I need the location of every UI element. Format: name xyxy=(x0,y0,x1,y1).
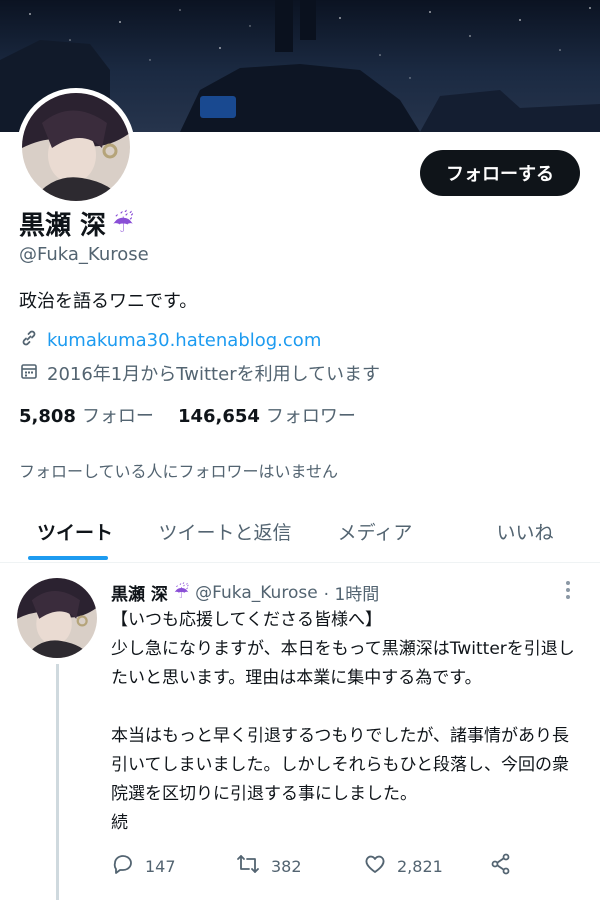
following-stat[interactable]: 5,808 フォロー xyxy=(19,402,154,428)
tweet-author-name[interactable]: 黒瀬 深 xyxy=(111,580,168,605)
followers-count: 146,654 xyxy=(177,406,260,427)
retweet-count: 382 xyxy=(271,856,302,876)
reply-button[interactable]: 147 xyxy=(111,852,235,880)
follow-button[interactable]: フォローする xyxy=(420,150,580,196)
profile-avatar[interactable] xyxy=(17,88,135,206)
tweet-text: 【いつも応援してくださる皆様へ】 少し急になりますが、本日をもって黒瀬深はTwi… xyxy=(111,610,575,833)
display-name-text: 黒瀬 深 xyxy=(19,211,107,241)
profile-display-name: 黒瀬 深 ☔ xyxy=(19,205,134,242)
following-label: フォロー xyxy=(81,406,154,427)
profile-website-link[interactable]: kumakuma30.hatenablog.com xyxy=(47,330,321,351)
tab-tweets[interactable]: ツイート xyxy=(0,500,150,562)
share-button[interactable] xyxy=(489,852,513,880)
following-count: 5,808 xyxy=(19,406,76,427)
heart-icon xyxy=(363,852,387,880)
joined-date-text: 2016年1月からTwitterを利用しています xyxy=(47,364,381,385)
profile-joined-row: 2016年1月からTwitterを利用しています xyxy=(19,360,380,386)
like-button[interactable]: 2,821 xyxy=(363,852,489,880)
tab-likes[interactable]: いいね xyxy=(450,500,600,562)
followers-label: フォロワー xyxy=(265,406,356,427)
tweet-author-handle[interactable]: @Fuka_Kurose xyxy=(195,583,318,603)
profile-tabs: ツイート ツイートと返信 メディア いいね xyxy=(0,500,600,563)
calendar-icon xyxy=(19,361,39,386)
followers-you-know-note: フォローしている人にフォロワーはいません xyxy=(19,462,339,481)
tab-tweets-and-replies[interactable]: ツイートと返信 xyxy=(150,500,300,562)
profile-stats: 5,808 フォロー 146,654 フォロワー xyxy=(19,402,356,428)
umbrella-emoji: ☔ xyxy=(112,209,134,238)
profile-link-row: kumakuma30.hatenablog.com xyxy=(19,328,321,353)
followers-stat[interactable]: 146,654 フォロワー xyxy=(178,402,356,428)
active-tab-indicator xyxy=(28,556,108,560)
profile-bio: 政治を語るワニです。 xyxy=(19,291,198,312)
more-icon[interactable] xyxy=(560,578,576,607)
tweet-avatar[interactable] xyxy=(17,578,97,658)
retweet-button[interactable]: 382 xyxy=(235,852,363,880)
reply-icon xyxy=(111,852,135,880)
link-icon xyxy=(19,328,39,353)
reply-count: 147 xyxy=(145,856,176,876)
profile-handle: @Fuka_Kurose xyxy=(19,244,149,265)
share-icon xyxy=(489,852,513,880)
thread-line xyxy=(56,664,59,900)
tweet-umbrella-emoji: ☔ xyxy=(173,582,190,603)
tab-media[interactable]: メディア xyxy=(300,500,450,562)
tweet-actions: 147 382 2,821 xyxy=(111,852,513,880)
tweet-header: 黒瀬 深 ☔ @Fuka_Kurose · 1時間 xyxy=(111,580,380,606)
retweet-icon xyxy=(235,852,261,880)
like-count: 2,821 xyxy=(397,856,443,876)
tweet-time[interactable]: · 1時間 xyxy=(324,580,380,605)
